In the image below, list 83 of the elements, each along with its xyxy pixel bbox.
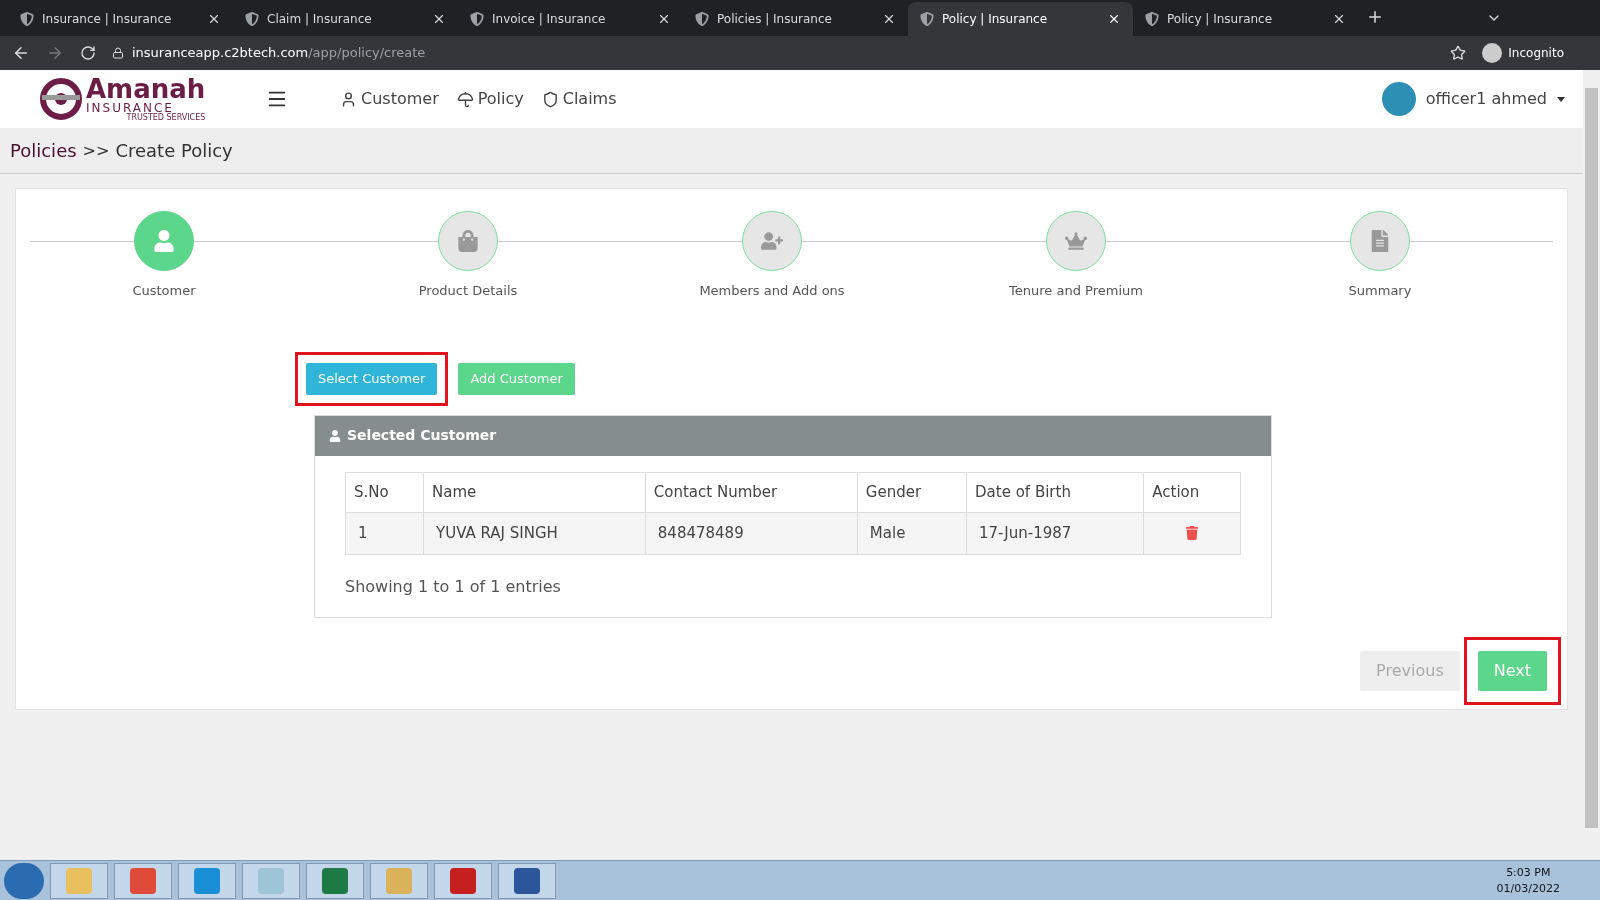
column-header: Date of Birth (966, 472, 1144, 512)
document-icon (1369, 230, 1391, 252)
shield-icon (695, 12, 709, 26)
add-people-icon (761, 230, 783, 252)
star-icon[interactable] (1450, 45, 1467, 61)
tab-title: Invoice | Insurance (492, 11, 607, 28)
crown-icon (1065, 230, 1087, 252)
column-header: S.No (345, 472, 424, 512)
delete-icon[interactable] (1185, 526, 1200, 541)
incognito-icon (1482, 43, 1503, 63)
logo-name: Amanah (86, 76, 206, 102)
nav-link[interactable]: Policy (456, 87, 524, 111)
tab-title: Policy | Insurance (1167, 11, 1274, 28)
umbrella-icon (456, 90, 474, 108)
browser-tab[interactable]: Claim | Insurance (233, 2, 458, 36)
tab-title: Insurance | Insurance (42, 11, 173, 28)
table-cell: 1 (345, 512, 424, 554)
taskbar-app-icon[interactable] (434, 862, 492, 899)
taskbar-app-icon[interactable] (178, 862, 236, 899)
browser-tab[interactable]: Policies | Insurance (683, 2, 908, 36)
clock-time[interactable]: 5:03 PM (1506, 864, 1551, 881)
browser-tab[interactable]: Insurance | Insurance (8, 2, 233, 36)
entries-info: Showing 1 to 1 of 1 entries (345, 575, 562, 598)
table-cell: Male (857, 512, 967, 554)
shield-icon (1145, 12, 1159, 26)
logo-subtitle: INSURANCE (86, 102, 175, 114)
step-label: Customer (132, 282, 196, 300)
avatar-icon (1381, 82, 1416, 116)
profile-button[interactable]: Incognito (1482, 43, 1564, 63)
url-text[interactable]: insuranceapp.c2btech.com/app/policy/create (132, 43, 1435, 63)
clock-date[interactable]: 01/03/2022 (1496, 880, 1560, 897)
back-icon[interactable] (12, 44, 30, 62)
reload-icon[interactable] (80, 45, 96, 61)
table-cell: 848478489 (645, 512, 858, 554)
taskbar-app-icon[interactable] (498, 862, 556, 899)
person-icon (340, 90, 357, 108)
close-icon[interactable] (882, 12, 896, 26)
shield-icon (470, 12, 484, 26)
column-header: Action (1143, 472, 1241, 512)
shield-icon (20, 12, 34, 26)
step-label: Tenure and Premium (1009, 282, 1143, 300)
step-person-icon (153, 230, 175, 252)
taskbar-app-icon[interactable] (306, 862, 364, 899)
page-title: Create Policy (115, 139, 233, 163)
browser-tab[interactable]: Policy | Insurance (1133, 2, 1358, 36)
forward-icon[interactable] (46, 44, 64, 62)
close-icon[interactable] (657, 12, 671, 26)
close-icon[interactable] (432, 12, 446, 26)
logo[interactable]: Amanah INSURANCE TRUSTED SERVICES (0, 70, 248, 128)
table-cell: YUVA RAJ SINGH (423, 512, 646, 554)
new-tab-icon[interactable] (1366, 8, 1384, 26)
step-label: Summary (1348, 282, 1412, 300)
shield-icon (920, 12, 934, 26)
breadcrumb-link[interactable]: Policies (10, 137, 77, 164)
logo-mark-icon (40, 78, 82, 120)
column-header: Name (423, 472, 646, 512)
step-label: Product Details (418, 282, 518, 300)
nav-link[interactable]: Claims (541, 87, 617, 111)
breadcrumb-separator: >> (82, 139, 110, 162)
column-header: Gender (857, 472, 967, 512)
table-cell: 17-Jun-1987 (966, 512, 1144, 554)
browser-tab[interactable]: Policy | Insurance (908, 2, 1133, 36)
close-icon[interactable] (1332, 12, 1346, 26)
person-icon (329, 429, 341, 442)
lock-icon (112, 47, 124, 59)
shield-icon (541, 90, 559, 108)
close-icon[interactable] (207, 12, 221, 26)
nav-link[interactable]: Customer (340, 87, 439, 111)
start-button[interactable] (4, 862, 44, 899)
tab-title: Claim | Insurance (267, 11, 373, 28)
shield-icon (245, 12, 259, 26)
taskbar-app-icon[interactable] (114, 862, 172, 899)
user-menu[interactable]: officer1 ahmed (1425, 87, 1547, 111)
logo-tagline: TRUSTED SERVICES (126, 114, 206, 122)
tab-title: Policy | Insurance (942, 11, 1049, 28)
bag-icon (457, 230, 479, 252)
panel-title: Selected Customer (347, 426, 497, 445)
browser-tab[interactable]: Invoice | Insurance (458, 2, 683, 36)
close-icon[interactable] (1107, 12, 1121, 26)
column-header: Contact Number (645, 472, 858, 512)
caret-icon[interactable] (1557, 96, 1565, 102)
tab-title: Policies | Insurance (717, 11, 833, 28)
step-label: Members and Add ons (699, 282, 845, 300)
